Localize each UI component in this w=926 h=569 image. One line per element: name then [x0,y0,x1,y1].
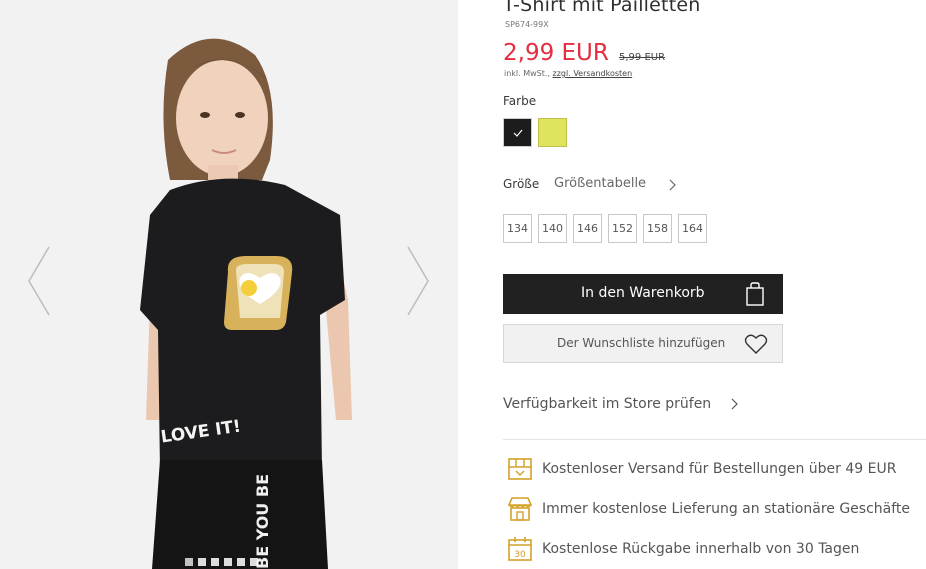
checkmark-icon [513,129,523,137]
chevron-right-icon [731,398,738,410]
size-options: 134 140 146 152 158 164 [503,214,707,243]
shopping-bag-icon [746,282,764,306]
size-label: Größe [503,177,540,191]
calendar-30-icon: 30 [508,537,532,561]
color-label: Farbe [503,94,537,108]
product-title: T-Shirt mit Pailletten [503,0,701,16]
divider [503,439,926,440]
tax-note: inkl. MwSt., zzgl. Versandkosten [504,69,632,78]
add-to-cart-label: In den Warenkorb [581,285,705,301]
benefit-text: Kostenlose Rückgabe innerhalb von 30 Tag… [542,541,860,557]
product-photo: LOVE IT! BE YOU BE [0,0,458,569]
gallery-dot[interactable] [185,558,193,566]
benefit-store-delivery: Immer kostenlose Lieferung an stationäre… [503,496,926,524]
gallery-dot[interactable] [237,558,245,566]
old-price: 5,99 EUR [619,52,666,63]
chevron-right-icon [669,179,676,191]
size-option[interactable]: 152 [608,214,637,243]
color-swatch-black[interactable] [503,118,532,147]
store-availability-link[interactable]: Verfügbarkeit im Store prüfen [503,396,711,412]
store-icon [507,497,533,521]
product-info-panel: T-Shirt mit Pailletten SP674-99X 2,99 EU… [503,0,926,569]
size-option[interactable]: 164 [678,214,707,243]
add-to-cart-button[interactable]: In den Warenkorb [503,274,783,314]
shipping-box-icon [508,458,532,480]
size-option[interactable]: 158 [643,214,672,243]
color-swatch-yellow[interactable] [538,118,567,147]
benefit-free-returns: 30 Kostenlose Rückgabe innerhalb von 30 … [503,536,926,564]
benefit-text: Kostenloser Versand für Bestellungen übe… [542,461,897,477]
add-to-wishlist-label: Der Wunschliste hinzufügen [557,336,726,350]
heart-icon [744,334,768,354]
gallery-next-arrow[interactable] [402,245,432,317]
gallery-prev-arrow[interactable] [25,245,55,317]
chevron-left-icon [28,246,50,316]
gallery-dot[interactable] [250,558,258,566]
gallery-pagination [185,558,258,566]
current-price: 2,99 EUR [503,40,609,66]
gallery-dot[interactable] [211,558,219,566]
chevron-right-icon [407,246,429,316]
size-table-link[interactable]: Größentabelle [554,176,646,191]
benefit-text: Immer kostenlose Lieferung an stationäre… [542,501,911,517]
product-sku: SP674-99X [505,20,549,29]
size-option[interactable]: 134 [503,214,532,243]
gallery-dot[interactable] [198,558,206,566]
product-image-gallery[interactable]: LOVE IT! BE YOU BE [0,0,458,569]
shipping-costs-link[interactable]: zzgl. Versandkosten [553,69,633,78]
tax-prefix: inkl. MwSt., [504,69,553,78]
svg-text:30: 30 [514,550,526,560]
gallery-dot[interactable] [224,558,232,566]
size-option[interactable]: 140 [538,214,567,243]
add-to-wishlist-button[interactable]: Der Wunschliste hinzufügen [503,324,783,363]
benefit-free-shipping: Kostenloser Versand für Bestellungen übe… [503,456,926,484]
svg-text:BE YOU BE: BE YOU BE [253,474,272,569]
size-option[interactable]: 146 [573,214,602,243]
